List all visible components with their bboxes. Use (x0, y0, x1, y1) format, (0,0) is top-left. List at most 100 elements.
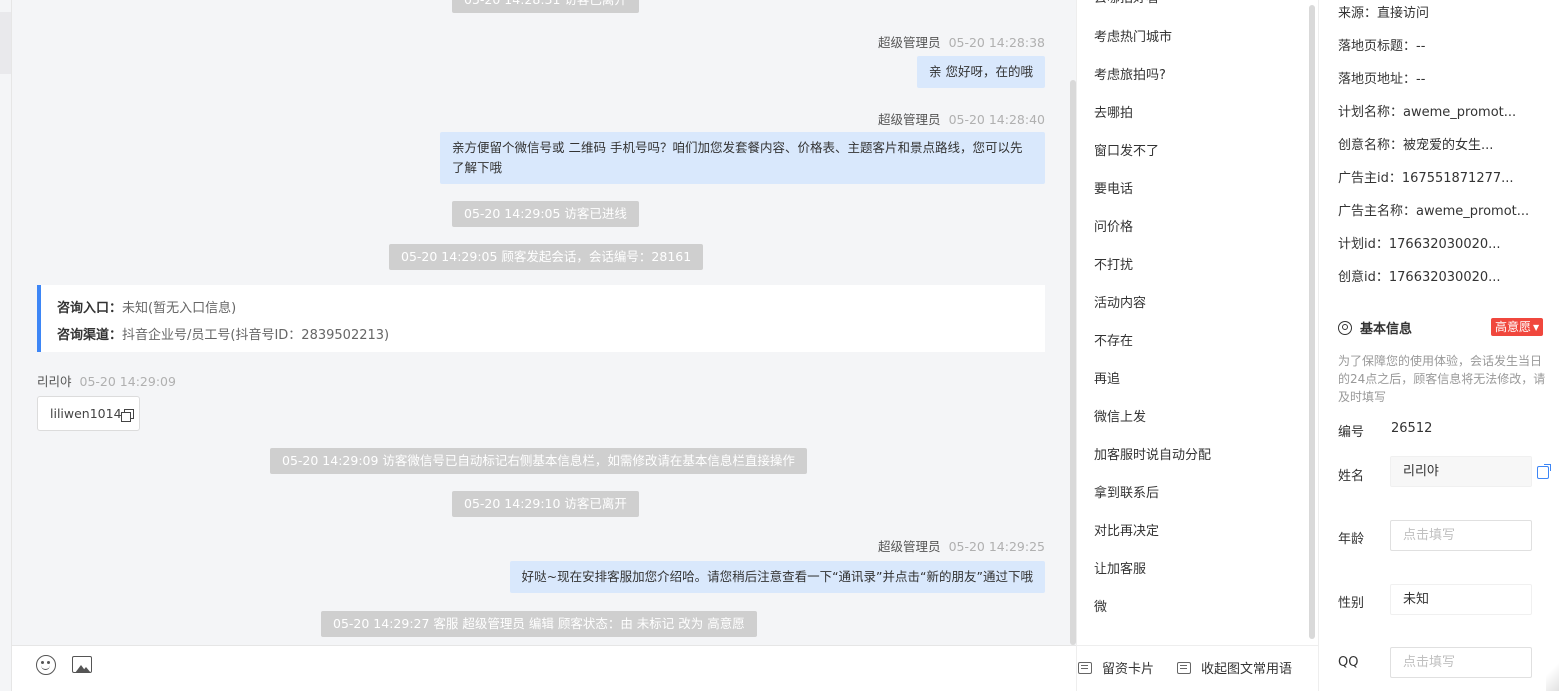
system-message: 05-20 14:28:31 访客已离开 (452, 0, 639, 13)
quick-reply-item[interactable]: 问价格 (1094, 216, 1133, 235)
agent-message-bubble: 亲方便留个微信号或 二维码 手机号吗？咱们加您发套餐内容、价格表、主题客片和景点… (440, 132, 1045, 184)
visitor-message-text: liliwen1014 (50, 406, 122, 421)
chat-history[interactable]: 05-20 14:28:31 访客已离开 超级管理员 05-20 14:28:38… (12, 0, 1076, 645)
consult-channel-value: 抖音企业号/员工号(抖音号ID：2839502213) (122, 328, 390, 343)
quick-replies-scrollbar[interactable] (1309, 5, 1315, 639)
lead-card-button[interactable]: 留资卡片 (1078, 658, 1154, 677)
message-time: 05-20 14:28:38 (948, 35, 1045, 50)
customer-info-panel: 来源：直接访问 落地页标题：-- 落地页地址：-- 计划名称：aweme_pro… (1318, 0, 1559, 691)
qq-field[interactable]: 点击填写 (1390, 647, 1532, 678)
quick-reply-item[interactable]: 考虑旅拍吗? (1094, 64, 1166, 83)
left-nav-strip (0, 0, 12, 691)
landing-title-label: 落地页标题： (1338, 39, 1417, 54)
quick-reply-item[interactable]: 要电话 (1094, 178, 1133, 197)
age-label: 年龄 (1338, 532, 1365, 547)
caret-down-icon: ▼ (1533, 323, 1540, 332)
collapse-phrases-button[interactable]: 收起图文常用语 (1177, 658, 1292, 677)
source-value: 直接访问 (1377, 6, 1430, 21)
quick-reply-item[interactable]: 对比再决定 (1094, 520, 1159, 539)
advertiser-id-value: 167551871277... (1401, 171, 1514, 186)
landing-url-row: 落地页地址：-- (1338, 68, 1425, 87)
quick-reply-item[interactable]: 不打扰 (1094, 254, 1133, 273)
message-time: 05-20 14:29:09 (79, 374, 176, 389)
consult-entry-label: 咨询入口： (57, 301, 123, 316)
quick-reply-item[interactable]: 去哪拍 (1094, 102, 1133, 121)
edit-icon[interactable] (1537, 464, 1551, 479)
visitor-name: 리리야 (37, 374, 72, 389)
name-field[interactable]: 리리야 (1390, 456, 1532, 487)
quick-reply-item[interactable]: 让加客服 (1094, 558, 1146, 577)
quick-reply-item[interactable]: 拿到联系后 (1094, 482, 1159, 501)
message-meta: 超级管理员 05-20 14:28:40 (878, 109, 1045, 128)
gender-label: 性别 (1338, 596, 1365, 611)
collapse-phrases-label: 收起图文常用语 (1201, 662, 1293, 677)
agent-message-bubble: 好哒~现在安排客服加您介绍哈。请您稍后注意查看一下“通讯录”并点击“新的朋友”通… (509, 561, 1045, 593)
basic-info-heading: 基本信息 (1338, 318, 1412, 337)
message-meta: 리리야 05-20 14:29:09 (37, 371, 176, 390)
advertiser-name-value: aweme_promot... (1416, 204, 1530, 219)
system-message: 05-20 14:29:05 访客已进线 (452, 201, 639, 227)
advertiser-id-label: 广告主id： (1338, 171, 1402, 186)
quick-reply-item[interactable]: 微 (1094, 596, 1107, 615)
plan-name-row: 计划名称：aweme_promot... (1338, 101, 1516, 120)
plan-id-value: 176632030020... (1388, 237, 1501, 252)
card-icon (1078, 662, 1092, 674)
consult-info-card: 咨询入口：未知(暂无入口信息) 咨询渠道：抖音企业号/员工号(抖音号ID：283… (37, 285, 1045, 352)
copy-icon[interactable] (120, 409, 134, 422)
plan-id-label: 计划id： (1338, 237, 1389, 252)
name-label: 姓名 (1338, 469, 1365, 484)
plan-id-row: 计划id：176632030020... (1338, 233, 1501, 252)
message-meta: 超级管理员 05-20 14:29:25 (878, 536, 1045, 555)
message-meta: 超级管理员 05-20 14:28:38 (878, 32, 1045, 51)
landing-url-value: -- (1416, 72, 1426, 87)
consult-entry-row: 咨询入口：未知(暂无入口信息) (57, 295, 1029, 322)
quick-reply-item[interactable]: 微信上发 (1094, 406, 1146, 425)
gender-select[interactable]: 未知 (1390, 584, 1532, 615)
quick-reply-item[interactable]: 加客服时说自动分配 (1094, 444, 1211, 463)
edit-deadline-notice: 为了保障您的使用体验，会话发生当日的24点之后，顾客信息将无法修改，请及时填写 (1338, 354, 1546, 404)
creative-name-row: 创意名称：被宠爱的女生... (1338, 134, 1493, 153)
age-field[interactable]: 点击填写 (1390, 520, 1532, 551)
quick-replies-panel: 去哪拍好看 考虑热门城市考虑旅拍吗? 去哪拍窗口发不了要电话问价格不打扰活动内容不… (1076, 0, 1319, 691)
intent-status-label: 高意愿 (1495, 320, 1532, 334)
consult-entry-value: 未知(暂无入口信息) (122, 301, 237, 316)
active-conversation-marker[interactable] (0, 12, 11, 74)
plan-name-label: 计划名称： (1338, 105, 1404, 120)
quick-reply-item[interactable]: 再追 (1094, 368, 1120, 387)
message-input-toolbar (12, 645, 1076, 691)
quick-reply-item[interactable]: 不存在 (1094, 330, 1133, 349)
qq-label: QQ (1338, 655, 1359, 670)
basic-info-title: 基本信息 (1360, 322, 1413, 337)
source-row: 来源：直接访问 (1338, 2, 1429, 21)
system-message: 05-20 14:29:10 访客已离开 (452, 491, 639, 517)
advertiser-id-row: 广告主id：167551871277... (1338, 167, 1514, 186)
sender-name: 超级管理员 (878, 539, 941, 554)
system-message: 05-20 14:29:09 访客微信号已自动标记右侧基本信息栏，如需修改请在基… (270, 448, 807, 474)
quick-reply-item[interactable]: 考虑热门城市 (1094, 26, 1172, 45)
system-message: 05-20 14:29:05 顾客发起会话，会话编号：28161 (389, 244, 704, 270)
quick-reply-item[interactable]: 活动内容 (1094, 292, 1146, 311)
quick-reply-item[interactable]: 去哪拍好看 (1094, 0, 1159, 6)
visitor-wechat-message[interactable]: liliwen1014 (37, 396, 140, 431)
source-label: 来源： (1338, 6, 1378, 21)
emoji-icon[interactable] (36, 655, 56, 675)
quick-reply-item[interactable]: 窗口发不了 (1094, 140, 1159, 159)
sender-name: 超级管理员 (878, 112, 941, 127)
lead-card-label: 留资卡片 (1102, 662, 1155, 677)
intent-status-dropdown[interactable]: 高意愿 ▼ (1491, 318, 1544, 336)
plan-name-value: aweme_promot... (1403, 105, 1517, 120)
creative-id-row: 创意id：176632030020... (1338, 266, 1501, 285)
landing-title-row: 落地页标题：-- (1338, 35, 1425, 54)
id-label: 编号 (1338, 425, 1365, 440)
consult-channel-label: 咨询渠道： (57, 328, 123, 343)
system-message: 05-20 14:29:27 客服 超级管理员 编辑 顾客状态：由 未标记 改为… (321, 611, 757, 637)
creative-name-value: 被宠爱的女生... (1403, 138, 1494, 153)
creative-id-label: 创意id： (1338, 270, 1389, 285)
image-icon[interactable] (72, 656, 92, 673)
message-time: 05-20 14:29:25 (948, 539, 1045, 554)
creative-name-label: 创意名称： (1338, 138, 1404, 153)
message-icon (1177, 662, 1191, 674)
advertiser-name-row: 广告主名称：aweme_promot... (1338, 200, 1529, 219)
landing-url-label: 落地页地址： (1338, 72, 1417, 87)
landing-title-value: -- (1416, 39, 1426, 54)
